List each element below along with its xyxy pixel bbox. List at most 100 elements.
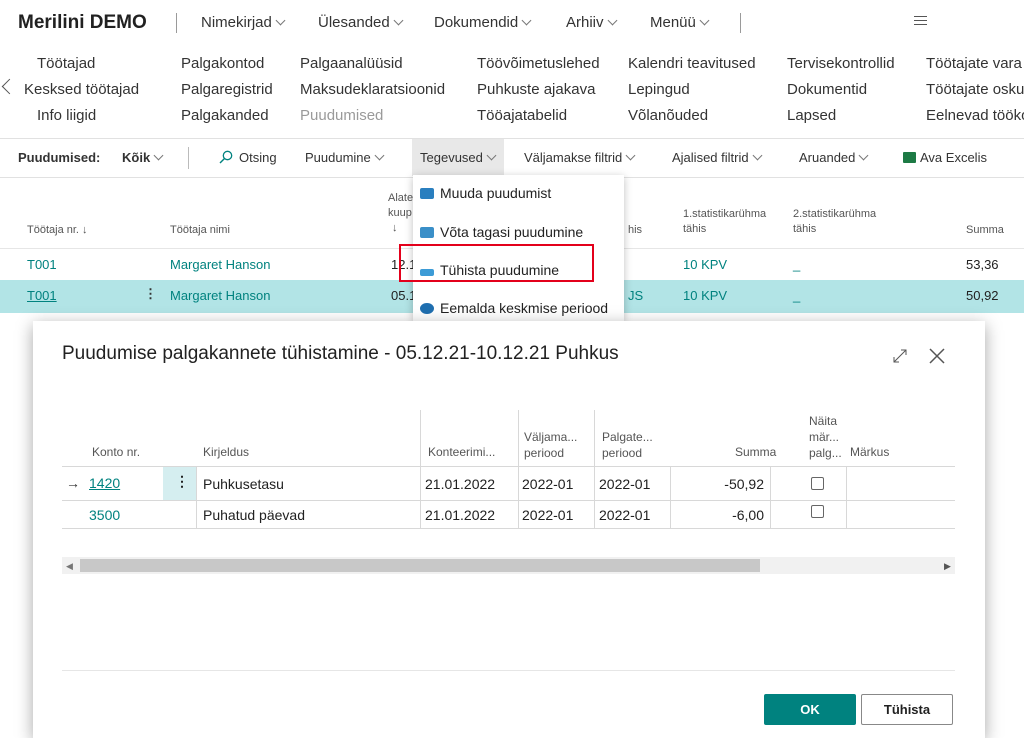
link-tootajate-oskused[interactable]: Töötajate osku [926, 81, 1024, 98]
divider [188, 147, 189, 169]
link-toovoimetuslehed[interactable]: Töövõimetuslehed [477, 55, 600, 72]
cell-code[interactable]: JS [628, 288, 643, 303]
aruanded-menu[interactable]: Aruanded [799, 150, 869, 165]
cell-stat2[interactable]: _ [793, 288, 800, 303]
grid-line [518, 410, 519, 528]
close-icon[interactable] [928, 347, 946, 365]
row-menu-icon[interactable]: ⋮ [175, 473, 189, 490]
col-header-alate-1[interactable]: Alate [388, 192, 413, 204]
link-puudumised[interactable]: Puudumised [300, 107, 383, 124]
col-header-stat1[interactable]: 1.statistikarühma [683, 208, 766, 220]
tegevused-menu[interactable]: Tegevused [420, 150, 497, 165]
cell-emp-no[interactable]: T001 [27, 257, 57, 272]
link-tootajad[interactable]: Töötajad [37, 55, 95, 72]
grid-line [670, 466, 671, 528]
grid-line [196, 466, 197, 528]
filter-koik[interactable]: Kõik [122, 150, 164, 165]
cell-stat1[interactable]: 10 KPV [683, 288, 727, 303]
cell-stat2[interactable]: _ [793, 257, 800, 272]
cell-konto[interactable]: 3500 [89, 507, 120, 523]
link-tervisekontrollid[interactable]: Tervisekontrollid [787, 55, 895, 72]
cell-emp-name[interactable]: Margaret Hanson [170, 288, 270, 303]
nav-nimekirjad[interactable]: Nimekirjad [201, 14, 286, 31]
menu-item-eemalda-keskmise[interactable]: Eemalda keskmise periood [420, 300, 608, 316]
chevron-down-icon [374, 150, 385, 161]
links-col7: Töötajate vara Töötajate osku Eelnevad t… [926, 50, 1024, 130]
cell-stat1[interactable]: 10 KPV [683, 257, 727, 272]
cell-konteerimi[interactable]: 21.01.2022 [425, 476, 495, 492]
link-maksudeklaratsioonid[interactable]: Maksudeklaratsioonid [300, 81, 445, 98]
nav-menuu[interactable]: Menüü [650, 14, 710, 31]
nav-ulesanded[interactable]: Ülesanded [318, 14, 404, 31]
cell-valjama[interactable]: 2022-01 [522, 507, 573, 523]
excel-button[interactable]: Ava Excelis [903, 150, 987, 165]
col-header-summa[interactable]: Summa [966, 224, 1004, 236]
ajalised-filtrid-menu[interactable]: Ajalised filtrid [672, 150, 763, 165]
menu-item-muuda-puudumist[interactable]: Muuda puudumist [420, 185, 551, 201]
link-volanouded[interactable]: Võlanõuded [628, 107, 708, 124]
grid-header-summa[interactable]: Summa [735, 445, 776, 460]
cell-summa[interactable]: -6,00 [724, 507, 764, 523]
cancel-button[interactable]: Tühista [861, 694, 953, 725]
dialog [33, 321, 985, 738]
grid-header-konto[interactable]: Konto nr. [92, 445, 140, 460]
col-header-stat2[interactable]: 2.statistikarühma [793, 208, 876, 220]
menu-item-vota-tagasi[interactable]: Võta tagasi puudumine [420, 224, 583, 240]
company-name[interactable]: Merilini DEMO [18, 12, 147, 34]
col-header-emp-no[interactable]: Töötaja nr. ↓ [27, 224, 88, 236]
ok-button[interactable]: OK [764, 694, 856, 725]
link-tootajate-vara[interactable]: Töötajate vara [926, 55, 1022, 72]
link-palgakontod[interactable]: Palgakontod [181, 55, 264, 72]
col-header-tahis[interactable]: his [628, 224, 642, 236]
grid-header-naita-3: palg... [809, 446, 842, 460]
chevron-down-icon [699, 15, 710, 26]
cell-emp-name[interactable]: Margaret Hanson [170, 257, 270, 272]
link-palgaanaluusid[interactable]: Palgaanalüüsid [300, 55, 403, 72]
col-header-emp-name[interactable]: Töötaja nimi [170, 224, 230, 236]
chevron-down-icon [752, 150, 763, 161]
link-lepingud[interactable]: Lepingud [628, 81, 690, 98]
checkbox[interactable] [811, 505, 824, 518]
hamburger-icon[interactable] [914, 16, 927, 28]
scroll-right-icon[interactable]: ▶ [944, 561, 951, 572]
grid-header-markus[interactable]: Märkus [850, 445, 889, 460]
col-header-stat2-tahis: tähis [793, 223, 817, 235]
cell-summa[interactable]: -50,92 [724, 476, 764, 492]
cell-kirjeldus[interactable]: Puhatud päevad [203, 507, 305, 523]
expand-icon[interactable] [893, 349, 907, 363]
search-button[interactable]: Otsing [219, 150, 277, 165]
grid-header-valjama[interactable]: Väljama... [524, 430, 577, 445]
cell-kirjeldus[interactable]: Puhkusetasu [203, 476, 284, 492]
chevron-left-icon[interactable] [1, 78, 18, 95]
link-info-liigid[interactable]: Info liigid [37, 107, 96, 124]
valjamakse-filtrid-menu[interactable]: Väljamakse filtrid [524, 150, 636, 165]
cell-palgate[interactable]: 2022-01 [599, 476, 650, 492]
scroll-left-icon[interactable]: ◀ [66, 561, 73, 572]
link-palgakanded[interactable]: Palgakanded [181, 107, 269, 124]
puudumine-menu[interactable]: Puudumine [305, 150, 385, 165]
nav-arhiiv[interactable]: Arhiiv [566, 14, 617, 31]
link-dokumentid[interactable]: Dokumentid [787, 81, 867, 98]
grid-line [594, 410, 595, 528]
link-tooajatabelid[interactable]: Tööajatabelid [477, 107, 567, 124]
grid-header-naita[interactable]: Näita [809, 414, 837, 429]
scrollbar-thumb[interactable] [80, 559, 760, 572]
link-kesksed-tootajad[interactable]: Kesksed töötajad [24, 81, 139, 98]
chevron-down-icon [625, 150, 636, 161]
nav-dokumendid[interactable]: Dokumendid [434, 14, 532, 31]
cell-konteerimi[interactable]: 21.01.2022 [425, 507, 495, 523]
cell-valjama[interactable]: 2022-01 [522, 476, 573, 492]
link-lapsed[interactable]: Lapsed [787, 107, 836, 124]
link-eelnevad-tookohad[interactable]: Eelnevad tööko [926, 107, 1024, 124]
row-menu-icon[interactable]: ⋮ [144, 286, 157, 302]
cell-palgate[interactable]: 2022-01 [599, 507, 650, 523]
cell-emp-no[interactable]: T001 [27, 288, 57, 303]
link-kalendri-teavitused[interactable]: Kalendri teavitused [628, 55, 756, 72]
cell-konto[interactable]: 1420 [89, 475, 120, 491]
link-palgaregistrid[interactable]: Palgaregistrid [181, 81, 273, 98]
grid-header-kirjeldus[interactable]: Kirjeldus [203, 445, 249, 460]
grid-header-palgate[interactable]: Palgate... [602, 430, 653, 445]
grid-header-konteerimi[interactable]: Konteerimi... [428, 445, 495, 460]
link-puhkuste-ajakava[interactable]: Puhkuste ajakava [477, 81, 595, 98]
checkbox[interactable] [811, 477, 824, 490]
